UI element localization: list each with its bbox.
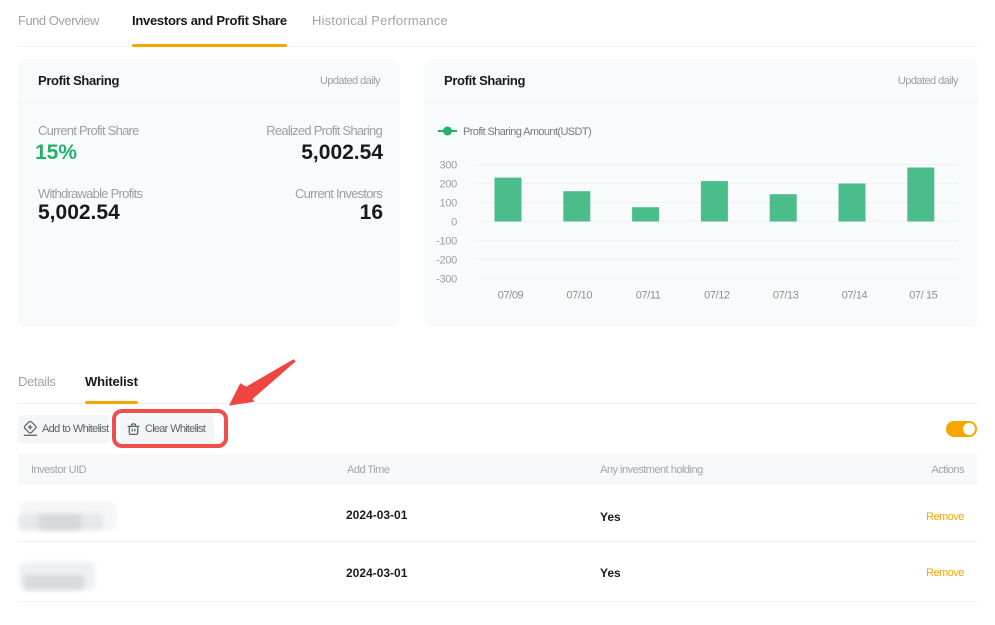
svg-text:-300: -300 xyxy=(436,274,457,286)
svg-text:07/11: 07/11 xyxy=(636,290,661,302)
svg-text:-200: -200 xyxy=(436,255,457,267)
svg-text:07/13: 07/13 xyxy=(773,290,799,302)
svg-text:07/10: 07/10 xyxy=(567,290,593,302)
svg-text:07/12: 07/12 xyxy=(704,290,730,302)
svg-text:0: 0 xyxy=(451,217,457,229)
svg-text:Profit Sharing Amount(USDT): Profit Sharing Amount(USDT) xyxy=(463,126,591,138)
svg-text:07/14: 07/14 xyxy=(842,290,868,302)
svg-text:-100: -100 xyxy=(436,236,457,248)
svg-text:07/ 15: 07/ 15 xyxy=(909,290,937,302)
svg-text:200: 200 xyxy=(440,179,458,191)
svg-text:300: 300 xyxy=(440,160,458,172)
svg-text:07/09: 07/09 xyxy=(498,290,524,302)
svg-text:100: 100 xyxy=(440,198,458,210)
